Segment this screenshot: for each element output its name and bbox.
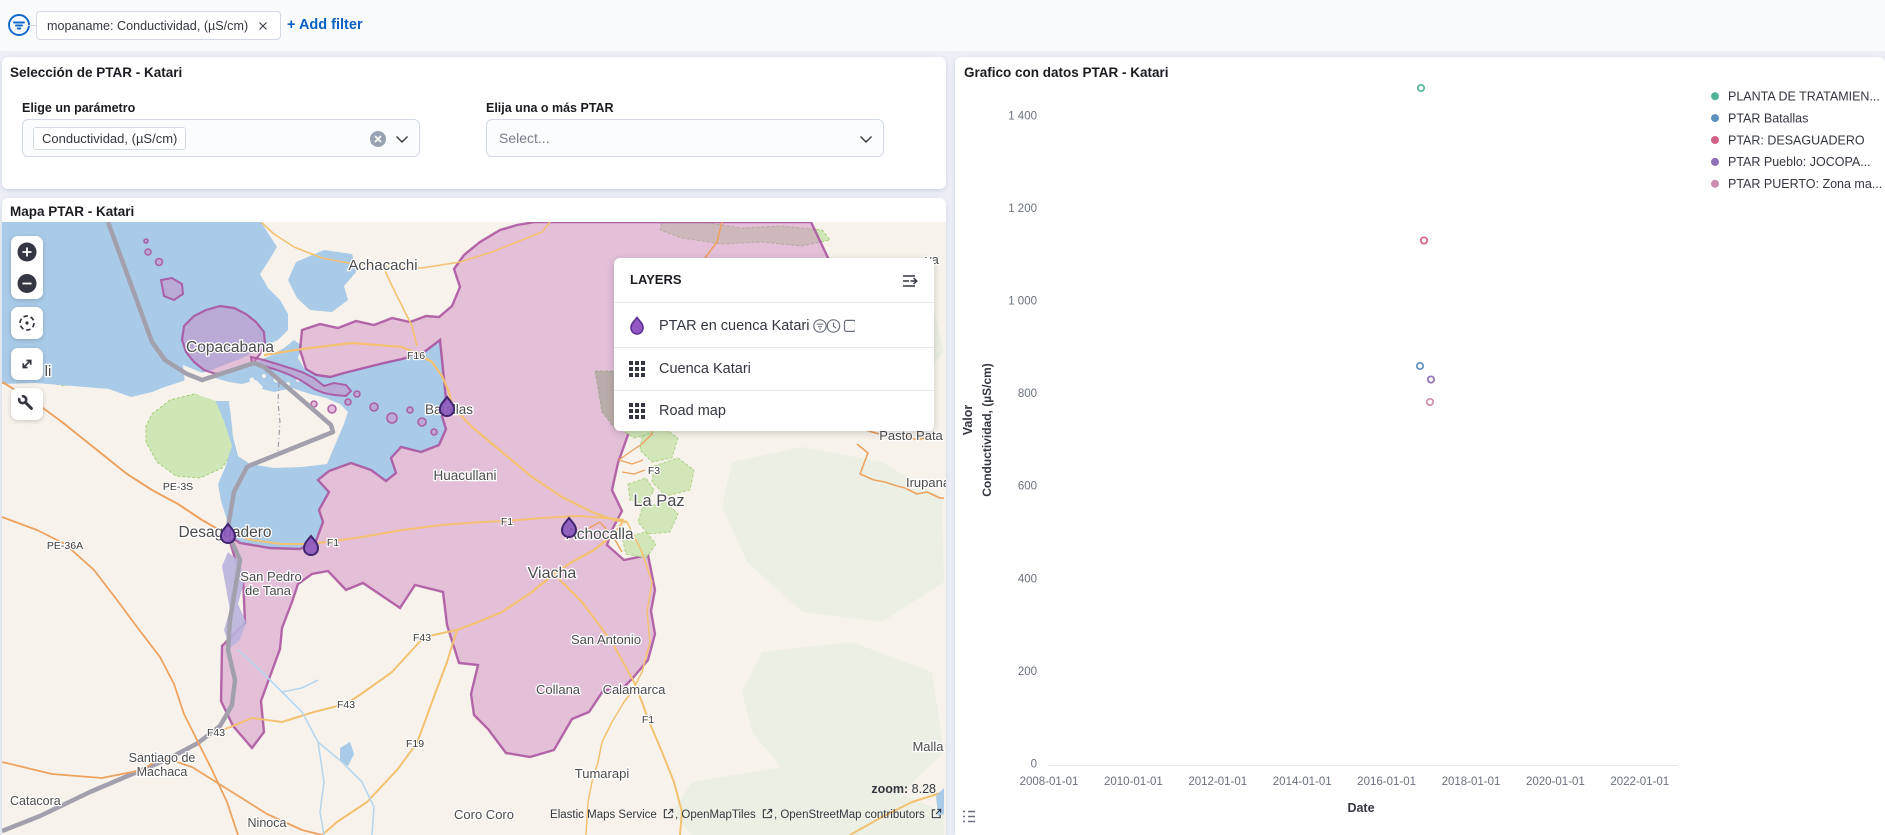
svg-text:F1: F1 xyxy=(642,714,654,726)
svg-text:PLANTA DE TRATAMIEN...: PLANTA DE TRATAMIEN... xyxy=(1728,90,1880,104)
svg-text:400: 400 xyxy=(1018,573,1037,585)
svg-text:F43: F43 xyxy=(337,699,355,711)
svg-text:F1: F1 xyxy=(501,516,513,528)
svg-text:La Paz: La Paz xyxy=(633,492,684,510)
svg-text:San Pedro: San Pedro xyxy=(240,569,301,584)
svg-text:F19: F19 xyxy=(406,738,424,750)
svg-text:2012-01-01: 2012-01-01 xyxy=(1188,776,1247,788)
svg-text:2008-01-01: 2008-01-01 xyxy=(1020,776,1079,788)
svg-text:Valor: Valor xyxy=(961,405,975,436)
svg-text:Irupana: Irupana xyxy=(906,475,946,490)
svg-text:1 000: 1 000 xyxy=(1008,296,1037,308)
svg-text:F43: F43 xyxy=(413,632,431,644)
svg-text:Date: Date xyxy=(1347,801,1374,815)
svg-text:Conductividad, (µS/cm): Conductividad, (µS/cm) xyxy=(980,363,994,497)
svg-text:Machaca: Machaca xyxy=(137,765,188,779)
svg-text:Malla: Malla xyxy=(912,739,944,754)
svg-text:Collana: Collana xyxy=(536,682,581,697)
svg-text:Achacachi: Achacachi xyxy=(348,257,417,274)
svg-text:2018-01-01: 2018-01-01 xyxy=(1442,776,1501,788)
svg-text:Calamarca: Calamarca xyxy=(603,682,667,697)
svg-text:F16: F16 xyxy=(407,350,425,362)
svg-text:1 400: 1 400 xyxy=(1008,110,1037,122)
svg-text:Huacullani: Huacullani xyxy=(433,468,496,483)
svg-text:PE-36A: PE-36A xyxy=(47,540,83,552)
svg-text:Catacora: Catacora xyxy=(10,794,61,808)
svg-text:F3: F3 xyxy=(648,465,660,477)
svg-text:2022-01-01: 2022-01-01 xyxy=(1610,776,1669,788)
svg-text:Coro Coro: Coro Coro xyxy=(454,807,514,822)
svg-text:600: 600 xyxy=(1018,481,1037,493)
svg-text:Tumarapi: Tumarapi xyxy=(575,766,630,781)
svg-text:0: 0 xyxy=(1031,759,1037,771)
svg-text:800: 800 xyxy=(1018,388,1037,400)
svg-text:Copacabana: Copacabana xyxy=(186,339,274,356)
svg-text:PTAR Pueblo: JOCOPA...: PTAR Pueblo: JOCOPA... xyxy=(1728,155,1871,169)
svg-text:PE-3S: PE-3S xyxy=(163,481,193,493)
svg-text:PTAR Batallas: PTAR Batallas xyxy=(1728,111,1808,125)
svg-text:li: li xyxy=(45,363,52,380)
svg-text:F1: F1 xyxy=(327,537,339,549)
svg-text:1 200: 1 200 xyxy=(1008,203,1037,215)
svg-text:de Tana: de Tana xyxy=(245,583,292,598)
svg-text:Ninoca: Ninoca xyxy=(248,816,287,830)
svg-text:PTAR: DESAGUADERO: PTAR: DESAGUADERO xyxy=(1728,133,1865,147)
svg-text:Viacha: Viacha xyxy=(528,565,577,582)
svg-text:2020-01-01: 2020-01-01 xyxy=(1526,776,1585,788)
svg-text:San Antonio: San Antonio xyxy=(571,632,641,647)
svg-text:200: 200 xyxy=(1018,666,1037,678)
svg-text:2016-01-01: 2016-01-01 xyxy=(1357,776,1416,788)
svg-text:PTAR PUERTO: Zona ma...: PTAR PUERTO: Zona ma... xyxy=(1728,177,1882,191)
svg-text:2014-01-01: 2014-01-01 xyxy=(1273,776,1332,788)
svg-text:F43: F43 xyxy=(207,727,225,739)
svg-text:2010-01-01: 2010-01-01 xyxy=(1104,776,1163,788)
svg-text:Santiago de: Santiago de xyxy=(129,751,196,765)
